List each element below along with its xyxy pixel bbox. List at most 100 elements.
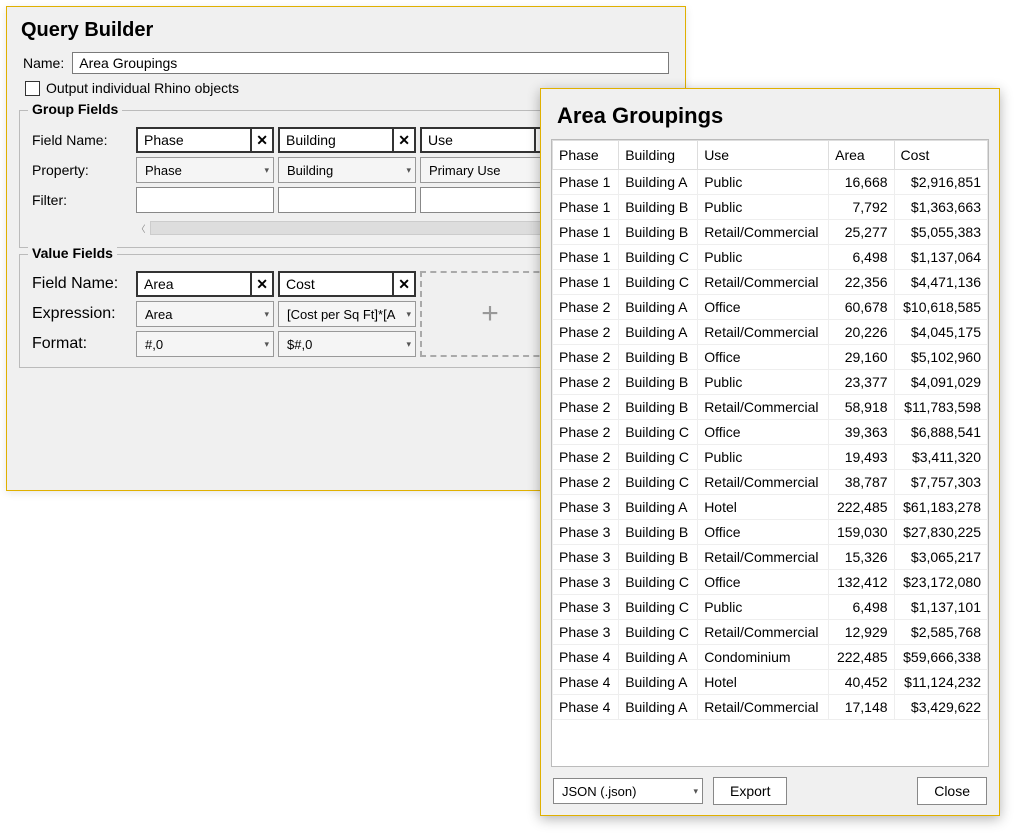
output-checkbox-label: Output individual Rhino objects <box>46 80 239 96</box>
group-field-name-input-0[interactable] <box>138 129 250 151</box>
export-button[interactable]: Export <box>713 777 787 805</box>
table-row[interactable]: Phase 3Building CPublic6,498$1,137,101 <box>553 595 988 620</box>
table-row[interactable]: Phase 2Building ARetail/Commercial20,226… <box>553 320 988 345</box>
table-cell: 29,160 <box>829 345 894 370</box>
table-cell: Public <box>698 195 829 220</box>
table-cell: Phase 2 <box>553 470 619 495</box>
table-cell: Phase 2 <box>553 320 619 345</box>
table-cell: $4,045,175 <box>894 320 987 345</box>
table-cell: Building B <box>619 520 698 545</box>
table-cell: 15,326 <box>829 545 894 570</box>
table-cell: $10,618,585 <box>894 295 987 320</box>
export-format-select[interactable]: JSON (.json) ▾ <box>553 778 703 804</box>
value-field-expression-1[interactable]: [Cost per Sq Ft]*[A ▾ <box>278 301 416 327</box>
group-fields-legend: Group Fields <box>28 101 122 117</box>
table-row[interactable]: Phase 2Building COffice39,363$6,888,541 <box>553 420 988 445</box>
table-cell: Phase 3 <box>553 495 619 520</box>
table-row[interactable]: Phase 3Building BRetail/Commercial15,326… <box>553 545 988 570</box>
table-cell: $27,830,225 <box>894 520 987 545</box>
col-cost[interactable]: Cost <box>894 141 987 170</box>
table-row[interactable]: Phase 2Building CPublic19,493$3,411,320 <box>553 445 988 470</box>
table-cell: Building A <box>619 695 698 720</box>
add-value-field-tile[interactable]: + <box>420 271 560 357</box>
table-cell: 17,148 <box>829 695 894 720</box>
table-cell: 12,929 <box>829 620 894 645</box>
table-cell: Building C <box>619 620 698 645</box>
table-cell: Building C <box>619 570 698 595</box>
property-label: Property: <box>32 162 132 178</box>
value-field-name-input-1[interactable] <box>280 273 392 295</box>
table-row[interactable]: Phase 2Building CRetail/Commercial38,787… <box>553 470 988 495</box>
table-row[interactable]: Phase 2Building BPublic23,377$4,091,029 <box>553 370 988 395</box>
table-cell: $4,471,136 <box>894 270 987 295</box>
remove-field-button[interactable]: ✕ <box>392 129 414 151</box>
table-cell: 16,668 <box>829 170 894 195</box>
table-cell: 20,226 <box>829 320 894 345</box>
group-field-filter-2[interactable] <box>420 187 558 213</box>
value-field-format-1[interactable]: $#,0 ▾ <box>278 331 416 357</box>
name-input[interactable] <box>72 52 669 74</box>
table-row[interactable]: Phase 2Building BRetail/Commercial58,918… <box>553 395 988 420</box>
table-row[interactable]: Phase 1Building BRetail/Commercial25,277… <box>553 220 988 245</box>
scroll-left-icon[interactable]: 〈 <box>132 219 150 237</box>
table-row[interactable]: Phase 2Building AOffice60,678$10,618,585 <box>553 295 988 320</box>
chevron-down-icon: ▾ <box>264 165 269 176</box>
table-cell: 58,918 <box>829 395 894 420</box>
table-cell: $3,411,320 <box>894 445 987 470</box>
table-cell: Building A <box>619 495 698 520</box>
col-phase[interactable]: Phase <box>553 141 619 170</box>
table-row[interactable]: Phase 1Building BPublic7,792$1,363,663 <box>553 195 988 220</box>
group-field-property-0[interactable]: Phase ▾ <box>136 157 274 183</box>
table-row[interactable]: Phase 3Building CRetail/Commercial12,929… <box>553 620 988 645</box>
group-field-name-0: ✕ <box>136 127 274 153</box>
col-use[interactable]: Use <box>698 141 829 170</box>
table-row[interactable]: Phase 1Building CRetail/Commercial22,356… <box>553 270 988 295</box>
col-area[interactable]: Area <box>829 141 894 170</box>
table-cell: $1,363,663 <box>894 195 987 220</box>
close-button[interactable]: Close <box>917 777 987 805</box>
table-cell: 222,485 <box>829 645 894 670</box>
value-field-name-input-0[interactable] <box>138 273 250 295</box>
table-cell: Building B <box>619 195 698 220</box>
group-field-filter-0[interactable] <box>136 187 274 213</box>
table-row[interactable]: Phase 1Building CPublic6,498$1,137,064 <box>553 245 988 270</box>
table-cell: Building C <box>619 595 698 620</box>
table-row[interactable]: Phase 1Building APublic16,668$2,916,851 <box>553 170 988 195</box>
chevron-down-icon: ▾ <box>406 165 411 176</box>
value-field-name-0: ✕ <box>136 271 274 297</box>
table-cell: Office <box>698 520 829 545</box>
table-cell: Office <box>698 570 829 595</box>
field-name-label: Field Name: <box>32 132 132 148</box>
group-field-name-input-2[interactable] <box>422 129 534 151</box>
table-cell: Public <box>698 595 829 620</box>
value-field-expression-0[interactable]: Area ▾ <box>136 301 274 327</box>
table-cell: Phase 1 <box>553 170 619 195</box>
col-building[interactable]: Building <box>619 141 698 170</box>
table-cell: Building A <box>619 645 698 670</box>
table-row[interactable]: Phase 4Building ACondominium222,485$59,6… <box>553 645 988 670</box>
group-field-property-1[interactable]: Building ▾ <box>278 157 416 183</box>
table-cell: Condominium <box>698 645 829 670</box>
table-cell: $11,783,598 <box>894 395 987 420</box>
remove-field-button[interactable]: ✕ <box>392 273 414 295</box>
table-row[interactable]: Phase 4Building AHotel40,452$11,124,232 <box>553 670 988 695</box>
remove-field-button[interactable]: ✕ <box>250 273 272 295</box>
table-cell: Building C <box>619 420 698 445</box>
remove-field-button[interactable]: ✕ <box>250 129 272 151</box>
filter-label: Filter: <box>32 192 132 208</box>
table-row[interactable]: Phase 3Building AHotel222,485$61,183,278 <box>553 495 988 520</box>
table-cell: $5,102,960 <box>894 345 987 370</box>
group-field-name-input-1[interactable] <box>280 129 392 151</box>
table-row[interactable]: Phase 4Building ARetail/Commercial17,148… <box>553 695 988 720</box>
table-cell: Building A <box>619 295 698 320</box>
table-cell: 7,792 <box>829 195 894 220</box>
value-field-format-0[interactable]: #,0 ▾ <box>136 331 274 357</box>
output-checkbox[interactable] <box>25 81 40 96</box>
group-field-property-2[interactable]: Primary Use ▾ <box>420 157 558 183</box>
table-row[interactable]: Phase 2Building BOffice29,160$5,102,960 <box>553 345 988 370</box>
table-cell: $5,055,383 <box>894 220 987 245</box>
table-row[interactable]: Phase 3Building BOffice159,030$27,830,22… <box>553 520 988 545</box>
group-field-filter-1[interactable] <box>278 187 416 213</box>
table-row[interactable]: Phase 3Building COffice132,412$23,172,08… <box>553 570 988 595</box>
table-cell: Phase 3 <box>553 620 619 645</box>
